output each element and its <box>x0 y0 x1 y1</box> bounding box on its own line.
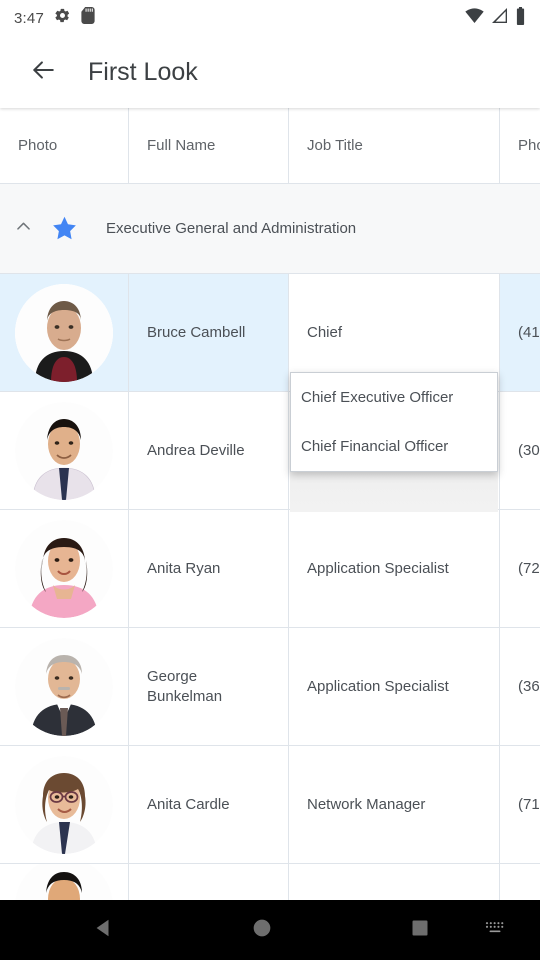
wifi-icon <box>465 8 484 28</box>
table-row[interactable]: Anita Ryan Application Specialist (72 <box>0 510 540 628</box>
row-name-cell[interactable]: Anita Ryan <box>129 510 289 628</box>
table-row[interactable]: Anita Cardle Network Manager (71 <box>0 746 540 864</box>
cell-text: (30 <box>518 441 540 461</box>
avatar <box>15 520 113 618</box>
circle-home-icon <box>252 918 272 943</box>
back-button[interactable] <box>22 51 64 93</box>
triangle-back-icon <box>92 917 114 944</box>
cell-text: (72 <box>518 559 540 579</box>
cell-text: (41 <box>518 323 540 343</box>
row-name-cell[interactable]: George Bunkelman <box>129 628 289 746</box>
row-phone-cell[interactable]: (41 <box>500 274 540 392</box>
avatar <box>15 756 113 854</box>
status-bar-left: 3:47 <box>14 7 95 29</box>
row-photo-cell[interactable] <box>0 392 129 510</box>
dropdown-option-chief-financial-officer[interactable]: Chief Financial Officer <box>291 422 497 471</box>
group-header-row[interactable]: Executive General and Administration <box>0 184 540 274</box>
row-phone-cell[interactable]: (72 <box>500 510 540 628</box>
square-recents-icon <box>411 919 429 942</box>
cell-text: Anita Ryan <box>147 559 220 579</box>
app-bar: First Look <box>0 36 540 108</box>
row-photo-cell[interactable] <box>0 510 129 628</box>
row-job-cell[interactable]: Application Specialist <box>289 628 500 746</box>
cell-text: Anita Cardle <box>147 795 230 815</box>
android-navigation-bar <box>0 900 540 960</box>
nav-keyboard-button[interactable] <box>485 921 505 940</box>
job-title-dropdown[interactable]: Chief Executive Officer Chief Financial … <box>290 372 498 472</box>
row-phone-cell[interactable]: (36 <box>500 628 540 746</box>
row-job-cell[interactable]: Application Specialist <box>289 510 500 628</box>
cell-text: George Bunkelman <box>147 667 270 706</box>
cellular-signal-icon <box>491 8 508 28</box>
sd-card-icon <box>81 7 95 29</box>
avatar <box>15 638 113 736</box>
keyboard-icon <box>485 921 505 940</box>
page-title: First Look <box>88 58 198 87</box>
row-photo-cell[interactable] <box>0 746 129 864</box>
nav-recents-button[interactable] <box>411 919 429 942</box>
status-bar: 3:47 <box>0 0 540 36</box>
cell-text: Bruce Cambell <box>147 323 245 343</box>
cell-text: Chief <box>307 323 342 343</box>
cell-text: Network Manager <box>307 795 425 815</box>
row-phone-cell[interactable]: (71 <box>500 746 540 864</box>
row-phone-cell[interactable]: (30 <box>500 392 540 510</box>
dropdown-option-chief-executive-officer[interactable]: Chief Executive Officer <box>291 373 497 422</box>
table-row[interactable]: George Bunkelman Application Specialist … <box>0 628 540 746</box>
chevron-up-icon <box>14 217 33 241</box>
row-job-cell[interactable]: Network Manager <box>289 746 500 864</box>
column-header-job-title[interactable]: Job Title <box>289 108 500 184</box>
row-name-cell[interactable]: Anita Cardle <box>129 746 289 864</box>
nav-back-button[interactable] <box>92 917 114 944</box>
row-name-cell[interactable]: Andrea Deville <box>129 392 289 510</box>
status-time: 3:47 <box>14 10 44 27</box>
avatar <box>15 284 113 382</box>
star-icon[interactable] <box>46 211 82 247</box>
grid-header-row: Photo Full Name Job Title Pho <box>0 108 540 184</box>
group-collapse-button[interactable] <box>6 212 40 246</box>
group-header-label: Executive General and Administration <box>106 220 356 237</box>
avatar <box>15 402 113 500</box>
cell-text: Andrea Deville <box>147 441 245 461</box>
column-header-photo[interactable]: Photo <box>0 108 129 184</box>
cell-text: Application Specialist <box>307 559 449 579</box>
gear-icon <box>54 7 71 29</box>
row-photo-cell[interactable] <box>0 628 129 746</box>
cell-text: (71 <box>518 795 540 815</box>
battery-icon <box>515 7 526 30</box>
nav-home-button[interactable] <box>252 918 272 943</box>
cell-text: (36 <box>518 677 540 697</box>
column-header-phone[interactable]: Pho <box>500 108 540 184</box>
arrow-left-icon <box>30 57 56 88</box>
column-header-full-name[interactable]: Full Name <box>129 108 289 184</box>
cell-text: Application Specialist <box>307 677 449 697</box>
status-bar-right <box>465 7 526 30</box>
row-photo-cell[interactable] <box>0 274 129 392</box>
row-name-cell[interactable]: Bruce Cambell <box>129 274 289 392</box>
